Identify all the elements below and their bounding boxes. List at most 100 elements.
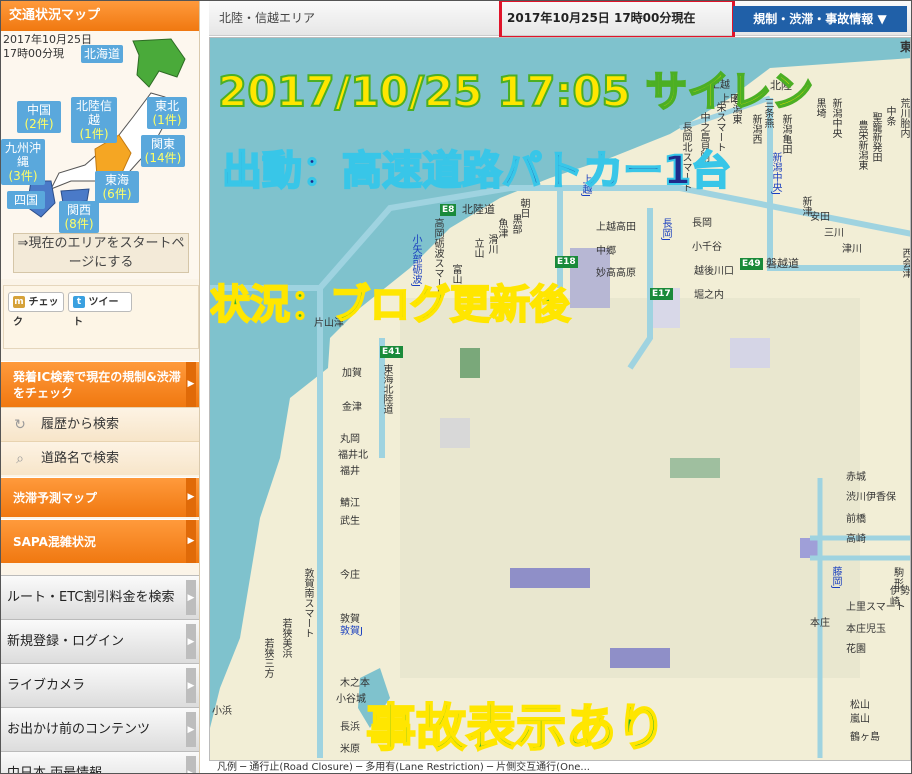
region-label: 関西 <box>66 203 91 217</box>
e17-badge: E17 <box>650 288 673 300</box>
city-label: 越後川口 <box>694 266 734 277</box>
region-shikoku-button[interactable]: 四国 <box>7 191 45 209</box>
share-panel: m チェック t ツイート <box>3 285 199 349</box>
region-label: 北海道 <box>84 47 121 61</box>
city-label: 藤岡J <box>830 566 841 589</box>
regulation-info-dropdown[interactable]: 規制・渋滞・事故情報 ▼ <box>733 6 907 32</box>
region-tokai-button[interactable]: 東海 (6件) <box>95 171 139 203</box>
sidebar: 交通状況マップ 2017年10月25日 17時00分現 北海道 中国 (2件) <box>1 1 200 773</box>
city-label: 米原 <box>340 744 360 755</box>
menu-label: ルート・ETC割引料金を検索 <box>7 590 175 605</box>
e41-badge: E41 <box>380 346 403 358</box>
history-search-button[interactable]: ↻ 履歴から検索 <box>1 407 199 441</box>
city-label: 朝日 <box>518 198 529 218</box>
menu-label: ライブカメラ <box>7 678 86 693</box>
region-count: (2件) <box>24 117 54 131</box>
city-label: 伊勢崎 <box>890 586 910 608</box>
chevron-right-icon: ▶ <box>186 756 196 773</box>
city-label: 荒川胎内 <box>898 98 909 138</box>
menu-register-login[interactable]: 新規登録・ログイン ▶ <box>1 619 199 663</box>
ic-search-button[interactable]: 発着IC検索で現在の規制&渋滞をチェック ▶ <box>1 361 199 407</box>
city-label: 魚津 <box>496 218 507 238</box>
region-kanto-button[interactable]: 関東 (14件) <box>141 135 185 167</box>
city-label: 福井 <box>340 466 360 477</box>
mixi-icon: m <box>13 296 25 308</box>
sapa-label: SAPA混雑状況 <box>13 535 96 549</box>
menu-label: お出かけ前のコンテンツ <box>7 722 151 737</box>
road-name-search-button[interactable]: ⌕ 道路名で検索 <box>1 441 199 475</box>
menu-route-etc[interactable]: ルート・ETC割引料金を検索 ▶ <box>1 575 199 619</box>
region-tohoku-button[interactable]: 東北 (1件) <box>147 97 187 129</box>
region-label: 四国 <box>13 193 38 207</box>
set-start-page-button[interactable]: ⇒現在のエリアをスタートページにする <box>13 233 189 273</box>
screenshot-frame: 交通状況マップ 2017年10月25日 17時00分現 北海道 中国 (2件) <box>0 0 912 774</box>
menu-before-outing[interactable]: お出かけ前のコンテンツ ▶ <box>1 707 199 751</box>
city-label: 高崎 <box>846 534 866 545</box>
tweet-button[interactable]: t ツイート <box>68 292 132 328</box>
city-label: 金津 <box>342 402 362 413</box>
chevron-right-icon: ▶ <box>186 580 196 615</box>
area-label: 北陸・信越エリア <box>219 11 316 25</box>
city-label: 立山 <box>472 238 483 258</box>
city-label: 今庄 <box>340 570 360 581</box>
city-label: 豊栄新潟東 <box>856 120 867 170</box>
region-hokkaido-button[interactable]: 北海道 <box>81 45 124 63</box>
city-label: 若狭三方 <box>262 638 273 678</box>
hokuriku-road-label: 北陸道 <box>462 203 495 216</box>
magnifier-icon: ⌕ <box>16 451 24 467</box>
menu-label: 中日本 両最情報 <box>7 766 103 774</box>
city-label: 本庄 <box>810 618 830 629</box>
tokai-hokuriku-label: 東海北陸道 <box>381 364 392 414</box>
region-label: 中国 <box>26 103 51 117</box>
overlay-status: 状況：ブログ更新後 <box>210 281 571 329</box>
e8-badge: E8 <box>440 204 457 216</box>
region-kansai-button[interactable]: 関西 (8件) <box>59 201 99 233</box>
city-label: 長岡 <box>692 218 712 229</box>
city-label: 黒埼 <box>814 98 825 118</box>
city-label: 花園 <box>846 644 866 655</box>
city-label: 新潟中央J <box>770 152 781 195</box>
minimap-date: 2017年10月25日 17時00分現 <box>3 33 92 61</box>
e49-badge: E49 <box>740 258 763 270</box>
chevron-right-icon: ▶ <box>186 668 196 703</box>
city-label: 小浜 <box>212 706 232 717</box>
city-label: 上越高田 <box>596 222 636 233</box>
region-label: 東海 <box>104 173 129 187</box>
bandai-road-label: 磐越道 <box>766 257 799 270</box>
region-count: (14件) <box>144 151 182 165</box>
e18-badge: E18 <box>555 256 578 268</box>
city-label: 渋川伊香保 <box>846 492 896 503</box>
city-label: 聖籠新発田 <box>870 112 881 162</box>
region-hokuriku-button[interactable]: 北陸信越 (1件) <box>71 97 117 143</box>
city-label: 鯖江 <box>340 498 360 509</box>
city-label: 小千谷 <box>692 242 722 253</box>
city-label: 安田 <box>810 212 830 223</box>
road-search-label: 道路名で検索 <box>41 451 120 466</box>
congestion-forecast-label: 渋滞予測マップ <box>13 491 98 505</box>
chevron-right-icon: ▶ <box>186 712 196 747</box>
congestion-forecast-button[interactable]: 渋滞予測マップ ▶ <box>1 477 199 517</box>
overlay-siren-time: 2017/10/25 17:05 サイレン <box>217 66 814 117</box>
city-label: 丸岡 <box>340 434 360 445</box>
traffic-map[interactable]: E8 北陸道 E49 磐越道 E41 東海北陸道 E18 E17 片山津 加賀 … <box>209 37 911 761</box>
sapa-status-button[interactable]: SAPA混雑状況 ▶ <box>1 519 199 563</box>
minimap-date-line2: 17時00分現 <box>3 47 64 60</box>
mixi-check-button[interactable]: m チェック <box>8 292 64 328</box>
city-label: 長岡J <box>660 218 671 241</box>
menu-live-camera[interactable]: ライブカメラ ▶ <box>1 663 199 707</box>
sidebar-title: 交通状況マップ <box>1 1 199 31</box>
region-kyushu-button[interactable]: 九州沖縄 (3件) <box>1 139 45 185</box>
map-timestamp: 2017年10月25日 17時00分現在 <box>507 11 696 25</box>
region-chugoku-button[interactable]: 中国 (2件) <box>17 101 61 133</box>
chevron-right-icon: ▶ <box>186 362 196 407</box>
city-label: 本庄児玉 <box>846 624 886 635</box>
city-label: 若狭美浜 <box>280 618 291 658</box>
city-label: 中郷 <box>596 246 616 257</box>
region-count: (1件) <box>79 127 109 141</box>
refresh-icon: ↻ <box>14 417 26 433</box>
region-count: (3件) <box>8 169 38 183</box>
city-label: 小谷城 <box>336 694 366 705</box>
city-label: 加賀 <box>342 368 362 379</box>
city-label: 福井北 <box>338 450 368 461</box>
menu-central-nippon-info[interactable]: 中日本 両最情報 ▶ <box>1 751 199 774</box>
